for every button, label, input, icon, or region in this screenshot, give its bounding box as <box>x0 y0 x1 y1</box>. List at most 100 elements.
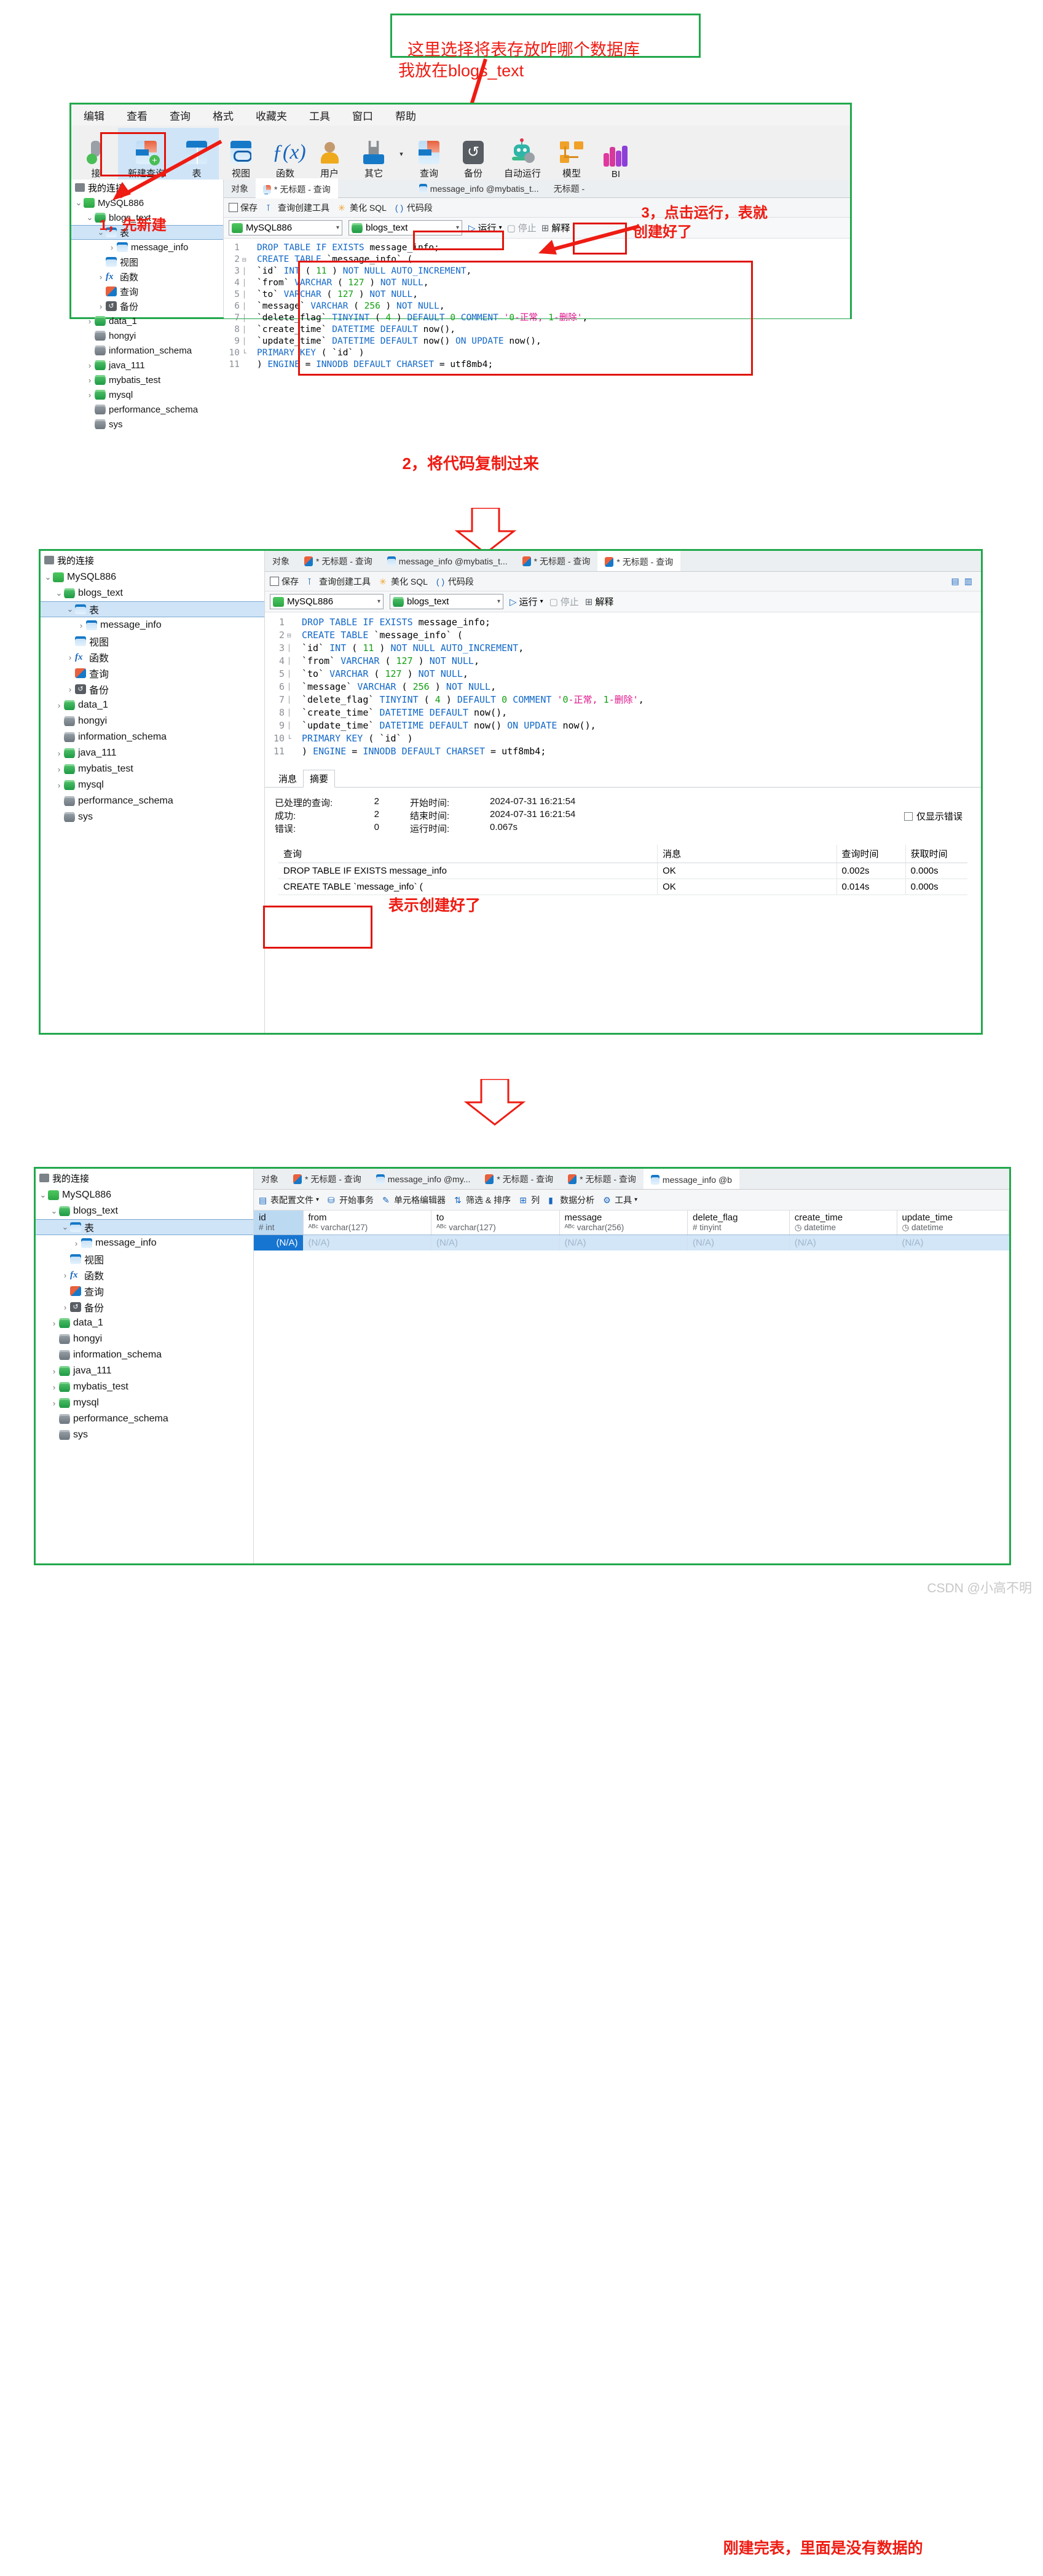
tree-item---[interactable]: 视图 <box>71 255 223 269</box>
sql-line[interactable]: `message` VARCHAR ( 256 ) NOT NULL, <box>257 301 588 312</box>
only-errors-checkbox[interactable]: 仅显示错误 <box>903 810 962 823</box>
split-view-icon[interactable]: ▤ <box>951 576 959 587</box>
tree-item-hongyi[interactable]: hongyi <box>71 328 223 343</box>
ribbon-bi[interactable]: BI <box>594 128 638 180</box>
tab-objects[interactable]: 对象 <box>265 551 297 571</box>
ribbon-table[interactable]: 表 <box>175 128 219 180</box>
chevron-right-icon[interactable]: › <box>54 749 64 758</box>
tab-untitled-query-2[interactable]: * 无标题 - 查询 <box>478 1169 561 1189</box>
query-builder-button[interactable]: ⊺ 查询创建工具 <box>266 202 329 214</box>
tab-objects[interactable]: 对象 <box>254 1169 286 1189</box>
chevron-down-icon[interactable]: ▾ <box>634 1196 637 1203</box>
ribbon-overflow-chevron-down-icon[interactable]: ▾ <box>396 128 407 180</box>
chevron-down-icon[interactable]: ⌄ <box>43 572 53 582</box>
sql-code-1[interactable]: DROP TABLE IF EXISTS message_info; CREATE… <box>251 239 588 369</box>
tree-item-message_info[interactable]: › message_info <box>36 1235 253 1251</box>
tab-untitled-query-1[interactable]: * 无标题 - 查询 <box>256 178 338 199</box>
sql-line[interactable]: `to` VARCHAR ( 127 ) NOT NULL, <box>257 289 588 301</box>
transaction-button[interactable]: ⛁ 开始事务 <box>328 1194 374 1206</box>
sql-line[interactable]: `update_time` DATETIME DEFAULT now() ON … <box>257 336 588 347</box>
tab-untitled-query-3[interactable]: * 无标题 - 查询 <box>561 1169 644 1189</box>
menu-item-view[interactable]: 查看 <box>127 108 148 123</box>
sql-editor-1[interactable]: 1 2 3 4 5 6 7 8 9 10 11 ⊟ │ │ │ │ │ │ │ └ DROP TABLE IF EX… <box>224 239 850 369</box>
chevron-right-icon[interactable]: › <box>96 272 106 282</box>
tree-item---[interactable]: › fx 函数 <box>36 1267 253 1283</box>
grid-cell[interactable]: (N/A) <box>687 1235 790 1250</box>
tree-item-mysql[interactable]: › mysql <box>41 777 264 793</box>
grid-cell[interactable]: (N/A) <box>431 1235 560 1250</box>
chevron-down-icon[interactable]: ▾ <box>499 224 502 231</box>
sql-line[interactable]: `to` VARCHAR ( 127 ) NOT NULL, <box>302 668 644 681</box>
menu-item-favorites[interactable]: 收藏夹 <box>256 108 287 123</box>
menu-item-edit[interactable]: 编辑 <box>84 108 104 123</box>
tab-message-info[interactable]: message_info @mybatis_t... <box>412 178 546 199</box>
stop-button[interactable]: ▢ 停止 <box>507 221 537 234</box>
chevron-right-icon[interactable]: › <box>65 685 75 694</box>
fold-column-2[interactable]: ⊟ │ │ │ │ │ │ │ └ <box>287 612 296 769</box>
tree-item-mysql[interactable]: › mysql <box>36 1395 253 1411</box>
tree-item---[interactable]: › fx 函数 <box>41 649 264 665</box>
tree-item-mybatis_test[interactable]: › mybatis_test <box>71 373 223 387</box>
tree-item-information_schema[interactable]: information_schema <box>36 1347 253 1363</box>
sql-line[interactable]: `id` INT ( 11 ) NOT NULL AUTO_INCREMENT, <box>257 266 588 277</box>
chevron-right-icon[interactable]: › <box>65 653 75 662</box>
tree-item---[interactable]: › fx 函数 <box>71 269 223 284</box>
beautify-sql-button[interactable]: ✳ 美化 SQL <box>338 202 387 214</box>
tree-item-mybatis_test[interactable]: › mybatis_test <box>36 1379 253 1395</box>
grid-column-to[interactable]: to ᴬᴮᶜ varchar(127) <box>431 1211 560 1235</box>
chevron-down-icon[interactable]: ⌄ <box>38 1190 48 1200</box>
tree-item---[interactable]: 查询 <box>41 665 264 681</box>
chevron-right-icon[interactable]: › <box>85 390 95 400</box>
explain-button-2[interactable]: ⊞ 解释 <box>585 595 614 608</box>
ribbon-view[interactable]: 视图 <box>219 128 263 180</box>
chevron-right-icon[interactable]: › <box>54 701 64 710</box>
grid-column-from[interactable]: from ᴬᴮᶜ varchar(127) <box>303 1211 432 1235</box>
tree-item-java_111[interactable]: › java_111 <box>41 745 264 761</box>
snippet-button-2[interactable]: ( ) 代码段 <box>436 575 474 588</box>
sql-line[interactable]: `from` VARCHAR ( 127 ) NOT NULL, <box>302 655 644 668</box>
grid-column-update_time[interactable]: update_time ◷ datetime <box>897 1211 1009 1235</box>
snippet-button[interactable]: ( ) 代码段 <box>395 202 433 214</box>
tree-item---[interactable]: 视图 <box>36 1251 253 1267</box>
tree-item-performance_schema[interactable]: performance_schema <box>71 402 223 417</box>
ribbon-model[interactable]: 模型 <box>549 128 594 180</box>
sql-line[interactable]: DROP TABLE IF EXISTS message_info; <box>257 242 588 254</box>
sql-line[interactable]: ) ENGINE = INNODB DEFAULT CHARSET = utf8… <box>257 359 588 371</box>
ribbon-function[interactable]: ƒ(x) 函数 <box>263 128 307 180</box>
sql-line[interactable]: PRIMARY KEY ( `id` ) <box>257 347 588 359</box>
data-analysis-button[interactable]: ▮ 数据分析 <box>548 1194 594 1206</box>
ribbon-other[interactable]: 其它 <box>352 128 396 180</box>
sql-line[interactable]: CREATE TABLE `message_info` ( <box>257 254 588 266</box>
grid-column-create_time[interactable]: create_time ◷ datetime <box>789 1211 897 1235</box>
tree-item--[interactable]: ⌄ 表 <box>41 601 264 617</box>
sql-line[interactable]: PRIMARY KEY ( `id` ) <box>302 732 644 745</box>
chevron-right-icon[interactable]: › <box>85 376 95 385</box>
tab-untitled-query-0[interactable]: * 无标题 - 查询 <box>297 551 380 571</box>
chevron-right-icon[interactable]: › <box>54 765 64 774</box>
save-button[interactable]: 保存 <box>229 202 258 214</box>
chevron-down-icon[interactable]: ⌄ <box>54 588 64 598</box>
cell-editor-button[interactable]: ✎ 单元格编辑器 <box>382 1194 446 1206</box>
ribbon-new-query[interactable]: + 新建查询 <box>118 128 175 180</box>
stop-button-2[interactable]: ▢ 停止 <box>549 595 579 608</box>
tab-objects[interactable]: 对象 <box>224 178 256 199</box>
tree-item-data_1[interactable]: › data_1 <box>36 1315 253 1331</box>
sql-line[interactable]: DROP TABLE IF EXISTS message_info; <box>302 616 644 629</box>
tree-item-blogs_text[interactable]: ⌄ blogs_text <box>36 1203 253 1219</box>
tree-item-data_1[interactable]: › data_1 <box>41 697 264 713</box>
run-button-2[interactable]: ▷ 运行 ▾ <box>510 595 543 608</box>
tree-item-message_info[interactable]: › message_info <box>41 617 264 633</box>
ribbon-backup[interactable]: ↺ 备份 <box>451 128 495 180</box>
column-header[interactable]: 消息 <box>657 845 837 863</box>
tab-messages[interactable]: 消息 <box>272 770 303 787</box>
tools-button[interactable]: ⚙ 工具 ▾ <box>603 1194 637 1206</box>
chevron-right-icon[interactable]: › <box>76 621 86 630</box>
tree-item---[interactable]: › ↺ 备份 <box>71 299 223 314</box>
menu-item-tools[interactable]: 工具 <box>309 108 330 123</box>
chevron-right-icon[interactable]: › <box>49 1319 59 1328</box>
chevron-right-icon[interactable]: › <box>85 317 95 326</box>
tree-item---[interactable]: › ↺ 备份 <box>36 1299 253 1315</box>
tree-item-sys[interactable]: sys <box>71 417 223 432</box>
column-header[interactable]: 查询 <box>278 845 658 863</box>
chevron-right-icon[interactable]: › <box>96 302 106 311</box>
